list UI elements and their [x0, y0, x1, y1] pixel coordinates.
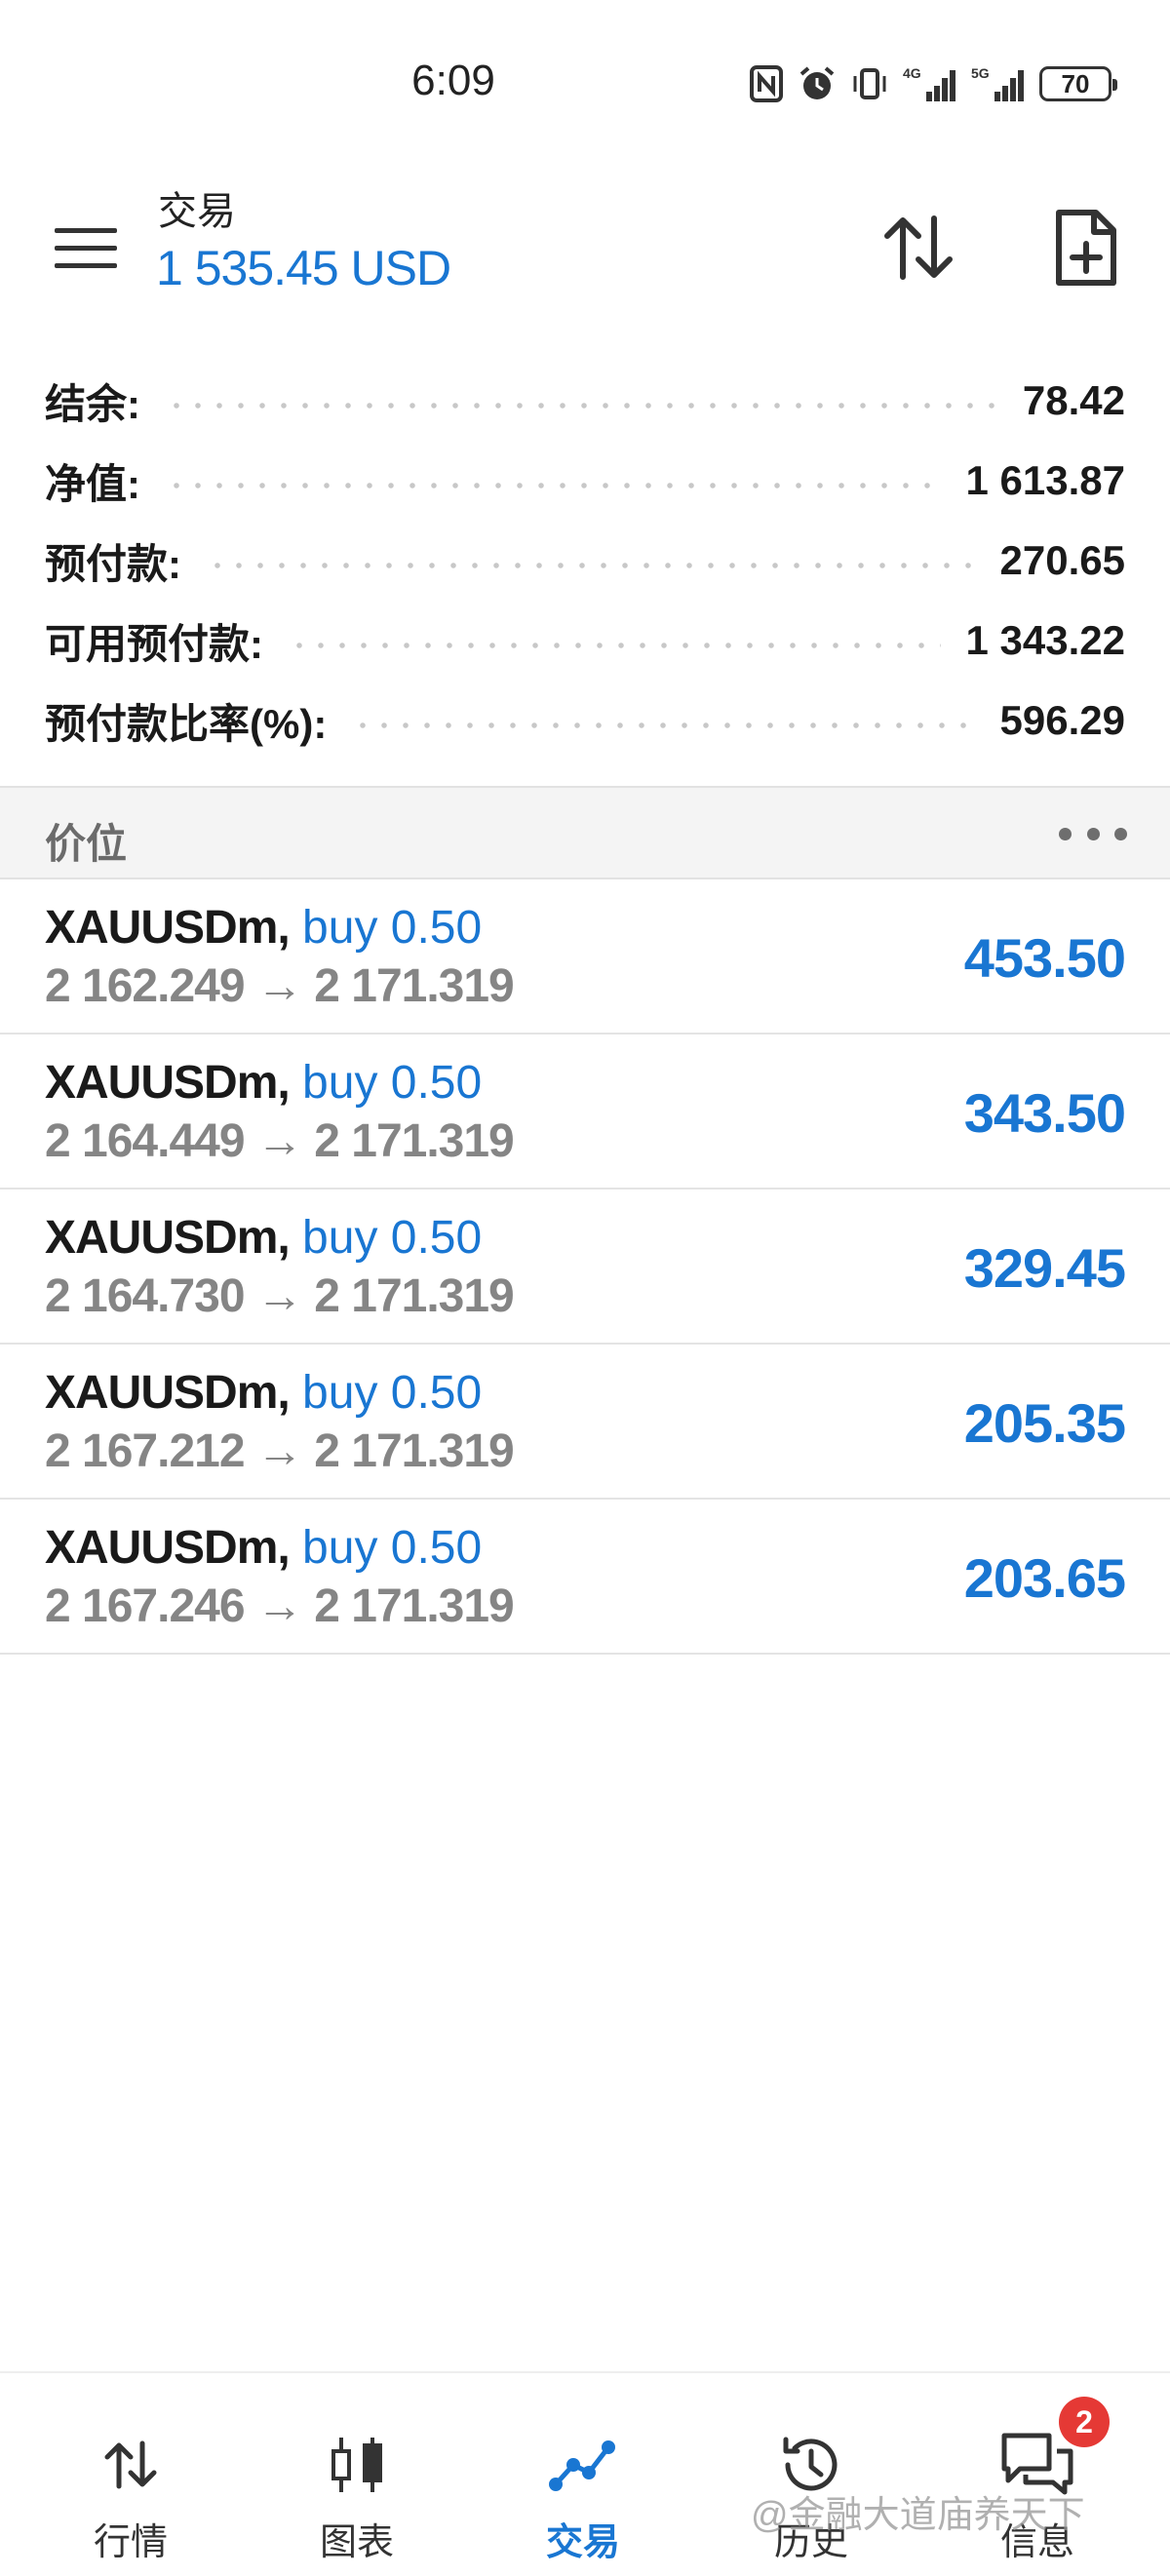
add-document-icon — [1056, 210, 1116, 286]
status-icons: 4G 5G 70 — [749, 62, 1117, 105]
battery-icon: 70 — [1039, 66, 1117, 101]
position-symbol: XAUUSDm, — [45, 1057, 291, 1109]
position-row[interactable]: XAUUSDm, buy 0.50 2 167.212 → 2 171.319 … — [0, 1345, 1170, 1500]
position-title: XAUUSDm, buy 0.50 — [45, 1521, 482, 1575]
position-prices: 2 167.212 → 2 171.319 — [45, 1425, 515, 1477]
summary-label: 预付款: — [45, 540, 181, 587]
positions-section-header: 价位 — [0, 786, 1170, 879]
position-profit: 453.50 — [963, 927, 1126, 989]
position-profit: 205.35 — [963, 1392, 1126, 1454]
summary-value: 1 613.87 — [965, 457, 1126, 503]
position-row[interactable]: XAUUSDm, buy 0.50 2 164.730 → 2 171.319 … — [0, 1190, 1170, 1345]
hamburger-icon — [55, 228, 117, 268]
page-title: 交易 — [158, 190, 236, 233]
summary-value: 1 343.22 — [965, 617, 1126, 663]
notification-badge: 2 — [1059, 2397, 1110, 2447]
header-balance: 1 535.45 USD — [156, 241, 451, 295]
menu-button[interactable] — [51, 213, 121, 283]
position-title: XAUUSDm, buy 0.50 — [45, 1366, 482, 1420]
nav-item-trade[interactable]: 交易 — [486, 2373, 681, 2576]
dot-leader — [166, 483, 941, 488]
positions-list: XAUUSDm, buy 0.50 2 162.249 → 2 171.319 … — [0, 879, 1170, 1655]
dot-leader — [207, 563, 975, 568]
more-options-button[interactable] — [1059, 817, 1127, 850]
svg-text:4G: 4G — [903, 65, 921, 81]
status-bar: 6:09 4G 5G 70 — [0, 0, 1170, 146]
position-symbol: XAUUSDm, — [45, 1367, 291, 1419]
quotes-icon — [92, 2426, 170, 2504]
section-title: 价位 — [45, 821, 128, 867]
more-dots-icon — [1059, 827, 1072, 840]
position-direction: buy 0.50 — [302, 1367, 483, 1419]
more-dots-icon — [1114, 827, 1127, 840]
dot-leader — [166, 403, 997, 409]
position-direction: buy 0.50 — [302, 1212, 483, 1264]
position-direction: buy 0.50 — [302, 1057, 483, 1109]
position-prices: 2 167.246 → 2 171.319 — [45, 1581, 515, 1632]
bottom-nav: 行情 图表 交易 历史 信息 — [0, 2371, 1170, 2576]
position-title: XAUUSDm, buy 0.50 — [45, 1211, 482, 1265]
position-prices: 2 162.249 → 2 171.319 — [45, 960, 515, 1012]
position-profit: 343.50 — [963, 1082, 1126, 1144]
svg-text:5G: 5G — [971, 65, 990, 81]
position-profit: 203.65 — [963, 1547, 1126, 1609]
position-symbol: XAUUSDm, — [45, 1522, 291, 1574]
position-symbol: XAUUSDm, — [45, 1212, 291, 1264]
nav-label: 图表 — [319, 2522, 394, 2563]
summary-label: 结余: — [45, 380, 140, 427]
position-symbol: XAUUSDm, — [45, 902, 291, 954]
account-summary: 结余: 78.42 净值: 1 613.87 预付款: 270.65 可用预付款… — [0, 361, 1170, 761]
sort-button[interactable] — [872, 201, 965, 294]
position-direction: buy 0.50 — [302, 902, 483, 954]
position-row[interactable]: XAUUSDm, buy 0.50 2 164.449 → 2 171.319 … — [0, 1034, 1170, 1190]
position-title: XAUUSDm, buy 0.50 — [45, 1056, 482, 1110]
trade-icon — [544, 2426, 622, 2504]
app-header: 交易 1 535.45 USD — [0, 166, 1170, 322]
position-row[interactable]: XAUUSDm, buy 0.50 2 167.246 → 2 171.319 … — [0, 1500, 1170, 1655]
position-prices: 2 164.449 → 2 171.319 — [45, 1115, 515, 1167]
alarm-icon — [800, 66, 835, 99]
sort-arrows-icon — [884, 215, 953, 280]
new-order-button[interactable] — [1039, 201, 1133, 294]
position-title: XAUUSDm, buy 0.50 — [45, 901, 482, 955]
nav-item-history[interactable]: 历史 — [714, 2373, 909, 2576]
nav-item-messages[interactable]: 信息 — [940, 2373, 1135, 2576]
position-profit: 329.45 — [963, 1237, 1126, 1299]
summary-row-margin: 预付款: 270.65 — [0, 521, 1170, 601]
signal-5g-icon: 5G — [971, 65, 1024, 101]
position-row[interactable]: XAUUSDm, buy 0.50 2 162.249 → 2 171.319 … — [0, 879, 1170, 1034]
dot-leader — [352, 722, 975, 728]
nav-item-quotes[interactable]: 行情 — [33, 2373, 228, 2576]
chart-icon — [318, 2426, 396, 2504]
nfc-icon — [750, 65, 783, 102]
summary-value: 596.29 — [999, 697, 1125, 743]
summary-value: 78.42 — [1022, 377, 1125, 423]
dot-leader — [289, 643, 941, 648]
summary-label: 净值: — [45, 460, 140, 507]
nav-label: 交易 — [545, 2522, 620, 2563]
summary-row-balance: 结余: 78.42 — [0, 361, 1170, 441]
nav-label: 行情 — [93, 2522, 168, 2563]
position-direction: buy 0.50 — [302, 1522, 483, 1574]
summary-row-free-margin: 可用预付款: 1 343.22 — [0, 601, 1170, 681]
summary-row-equity: 净值: 1 613.87 — [0, 441, 1170, 521]
summary-label: 可用预付款: — [45, 620, 263, 667]
watermark: @金融大道庙养天下 — [751, 2495, 1085, 2536]
summary-row-margin-level: 预付款比率(%): 596.29 — [0, 681, 1170, 761]
nav-item-chart[interactable]: 图表 — [259, 2373, 454, 2576]
vibrate-icon — [853, 68, 886, 99]
summary-value: 270.65 — [999, 537, 1125, 583]
signal-4g-icon: 4G — [903, 65, 956, 101]
more-dots-icon — [1086, 827, 1100, 840]
summary-label: 预付款比率(%): — [45, 700, 328, 747]
position-prices: 2 164.730 → 2 171.319 — [45, 1270, 515, 1322]
